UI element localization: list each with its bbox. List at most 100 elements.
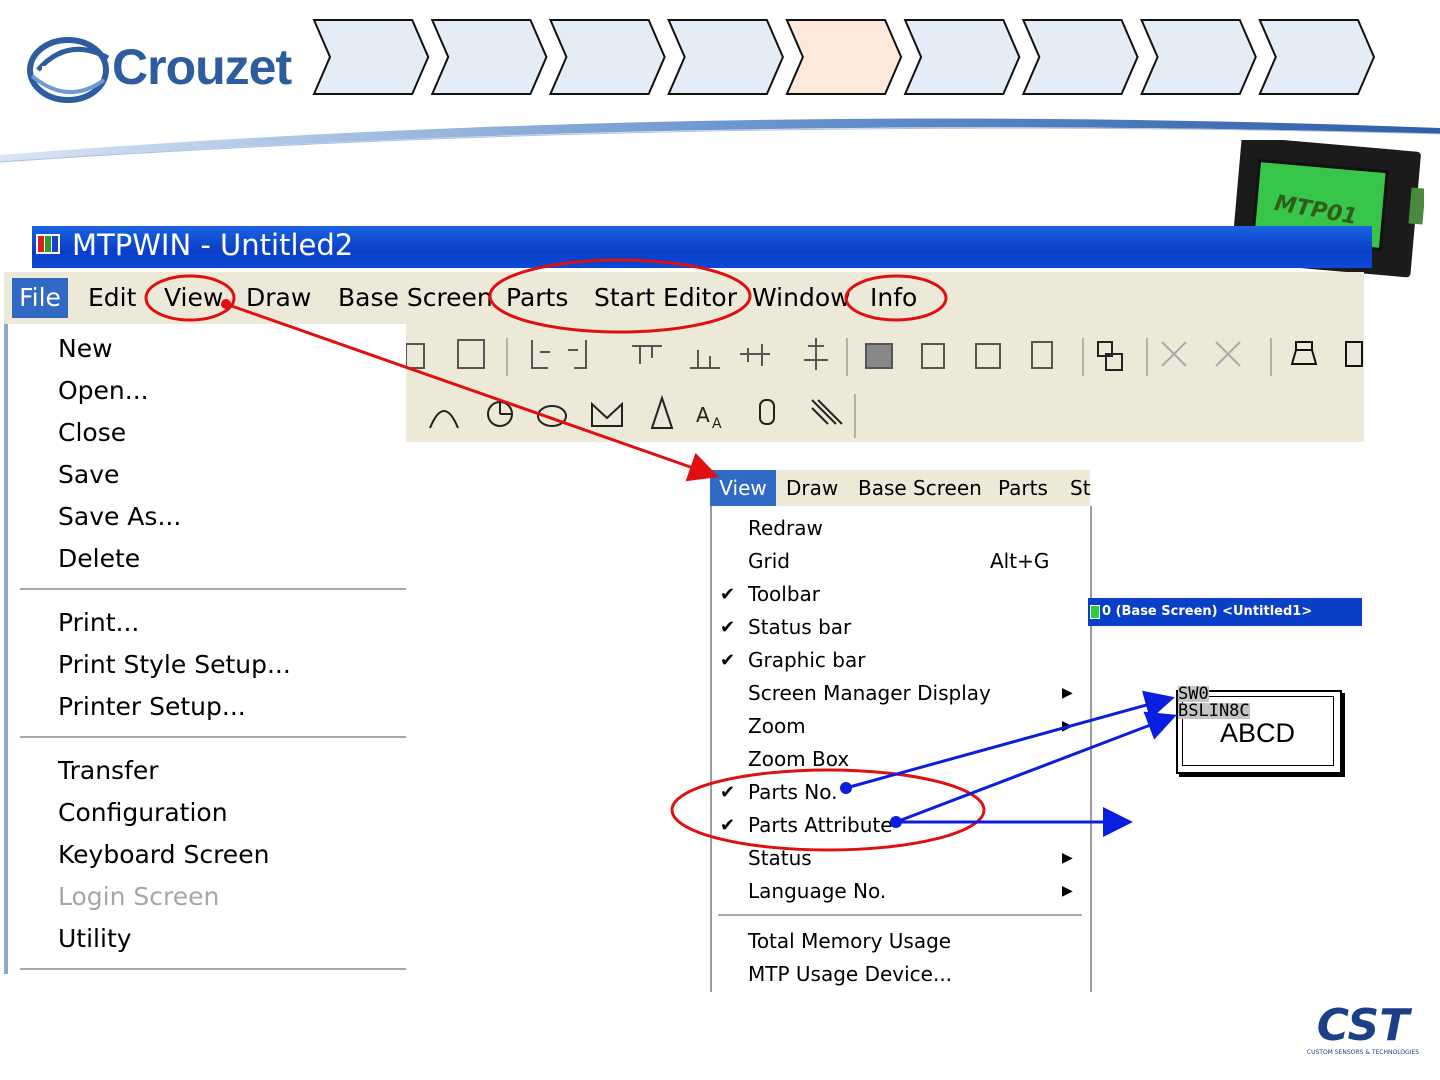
menu-base-screen[interactable]: Base Screen — [858, 470, 982, 506]
file-menu-keyboard-screen[interactable]: Keyboard Screen — [58, 840, 269, 869]
submenu-arrow-icon: ▶ — [1062, 883, 1073, 899]
file-menu-new[interactable]: New — [58, 334, 113, 363]
file-menu-delete[interactable]: Delete — [58, 544, 140, 573]
transfer-icon[interactable] — [1345, 341, 1363, 367]
menu-view[interactable]: View — [164, 278, 223, 318]
view-menu-graphic-bar[interactable]: Graphic bar — [748, 648, 865, 672]
align-bottom-icon[interactable] — [690, 350, 720, 369]
send-back-icon[interactable] — [1031, 341, 1053, 369]
progress-chevron — [903, 19, 1021, 95]
progress-chevron — [312, 19, 430, 95]
base-screen-title-bar[interactable]: 0 (Base Screen) <Untitled1> — [1088, 598, 1362, 626]
app-icon — [36, 234, 60, 254]
cross-alt-icon[interactable] — [1215, 341, 1241, 367]
view-menu-dropdown: Redraw Grid Alt+G ✔ Toolbar ✔ Status bar… — [710, 506, 1092, 992]
progress-chevron — [785, 19, 903, 95]
menu-view-open[interactable]: View — [710, 470, 776, 506]
toolbar-row-1 — [405, 338, 1363, 371]
file-menu-open[interactable]: Open... — [58, 376, 149, 405]
cst-logo-text: CST — [1317, 1000, 1412, 1051]
mouse-icon[interactable] — [759, 399, 775, 425]
main-menubar: File Edit View Draw Base Screen Parts St… — [4, 272, 1364, 325]
arc-icon[interactable] — [429, 410, 459, 429]
menu-window[interactable]: Window — [752, 278, 851, 318]
menu-file[interactable]: File — [12, 278, 68, 318]
file-menu-printer-setup[interactable]: Printer Setup... — [58, 692, 246, 721]
svg-text:A: A — [712, 416, 722, 432]
align-top-icon[interactable] — [632, 345, 662, 364]
view-menu-language-no[interactable]: Language No. — [748, 879, 886, 903]
checkmark-icon: ✔ — [720, 782, 736, 803]
group-icon[interactable] — [865, 343, 893, 369]
view-menu-zoom-box[interactable]: Zoom Box — [748, 747, 849, 771]
menu-separator — [718, 914, 1082, 917]
cst-tagline: CUSTOM SENSORS & TECHNOLOGIES — [1307, 1049, 1419, 1056]
header-swoosh — [0, 118, 1440, 163]
fill-icon[interactable] — [650, 394, 674, 429]
bring-front-icon[interactable] — [975, 343, 1001, 369]
view-menubar-inset: View Draw Base Screen Parts St — [710, 470, 1091, 506]
parts-icon[interactable] — [1097, 341, 1123, 371]
ellipse-icon[interactable] — [537, 405, 567, 427]
view-menu-parts-attribute[interactable]: Parts Attribute — [748, 813, 893, 837]
align-center-v-icon[interactable] — [804, 338, 828, 370]
view-menu-screen-manager-display[interactable]: Screen Manager Display — [748, 681, 991, 705]
checkmark-icon: ✔ — [720, 650, 736, 671]
view-menu-redraw[interactable]: Redraw — [748, 516, 823, 540]
progress-chevron — [1258, 19, 1376, 95]
file-menu-transfer[interactable]: Transfer — [58, 756, 159, 785]
part-attribute-tag: BSLIN8C — [1178, 701, 1250, 721]
submenu-arrow-icon: ▶ — [1062, 850, 1073, 866]
view-menu-zoom[interactable]: Zoom — [748, 714, 806, 738]
menu-draw[interactable]: Draw — [786, 470, 838, 506]
align-center-h-icon[interactable] — [740, 344, 770, 366]
file-menu-configuration[interactable]: Configuration — [58, 798, 228, 827]
menu-start-editor-truncated[interactable]: St — [1070, 470, 1091, 506]
menu-parts[interactable]: Parts — [506, 278, 568, 318]
cross-icon[interactable] — [1161, 341, 1187, 367]
file-menu-login-screen: Login Screen — [58, 882, 220, 911]
brand-name: Crouzet — [112, 39, 292, 95]
view-menu-status-bar[interactable]: Status bar — [748, 615, 851, 639]
menu-separator — [20, 736, 406, 739]
progress-chevron — [1021, 19, 1139, 95]
menu-draw[interactable]: Draw — [246, 278, 311, 318]
file-menu-dropdown: New Open... Close Save Save As... Delete… — [4, 324, 406, 974]
menu-base-screen[interactable]: Base Screen — [338, 278, 493, 318]
view-menu-status[interactable]: Status — [748, 846, 812, 870]
view-menu-total-memory-usage[interactable]: Total Memory Usage — [748, 929, 951, 953]
checkmark-icon: ✔ — [720, 815, 736, 836]
submenu-arrow-icon: ▶ — [1062, 718, 1073, 734]
view-menu-toolbar[interactable]: Toolbar — [748, 582, 820, 606]
file-menu-close[interactable]: Close — [58, 418, 126, 447]
menu-start-editor[interactable]: Start Editor — [594, 278, 737, 318]
view-menu-grid[interactable]: Grid — [748, 549, 790, 573]
cst-logo-icon: CST CUSTOM SENSORS & TECHNOLOGIES — [1307, 1000, 1419, 1056]
hatch-icon[interactable] — [811, 399, 843, 425]
ungroup-icon[interactable] — [921, 343, 945, 369]
base-screen-title: 0 (Base Screen) <Untitled1> — [1102, 604, 1313, 619]
align-left-icon[interactable] — [531, 340, 550, 369]
view-menu-parts-no[interactable]: Parts No. — [748, 780, 837, 804]
screen-icon — [1090, 605, 1100, 619]
menu-info[interactable]: Info — [870, 278, 917, 318]
text-icon[interactable]: A — [696, 403, 710, 427]
progress-chevrons — [312, 19, 1376, 95]
grid-shortcut: Alt+G — [990, 549, 1050, 573]
file-menu-print-style-setup[interactable]: Print Style Setup... — [58, 650, 291, 679]
menu-edit[interactable]: Edit — [88, 278, 136, 318]
menu-parts[interactable]: Parts — [998, 470, 1048, 506]
view-menu-mtp-usage-device[interactable]: MTP Usage Device... — [748, 962, 952, 986]
print-icon[interactable] — [1290, 341, 1318, 365]
polygon-icon[interactable] — [591, 401, 623, 427]
progress-chevron — [430, 19, 548, 95]
part-label: ABCD — [1220, 718, 1296, 748]
paste-icon[interactable] — [457, 339, 485, 369]
file-menu-utility[interactable]: Utility — [58, 924, 132, 953]
menu-separator — [20, 968, 406, 971]
copy-icon[interactable] — [405, 343, 425, 369]
file-menu-save-as[interactable]: Save As... — [58, 502, 181, 531]
align-right-icon[interactable] — [568, 340, 587, 369]
file-menu-save[interactable]: Save — [58, 460, 119, 489]
file-menu-print[interactable]: Print... — [58, 608, 139, 637]
